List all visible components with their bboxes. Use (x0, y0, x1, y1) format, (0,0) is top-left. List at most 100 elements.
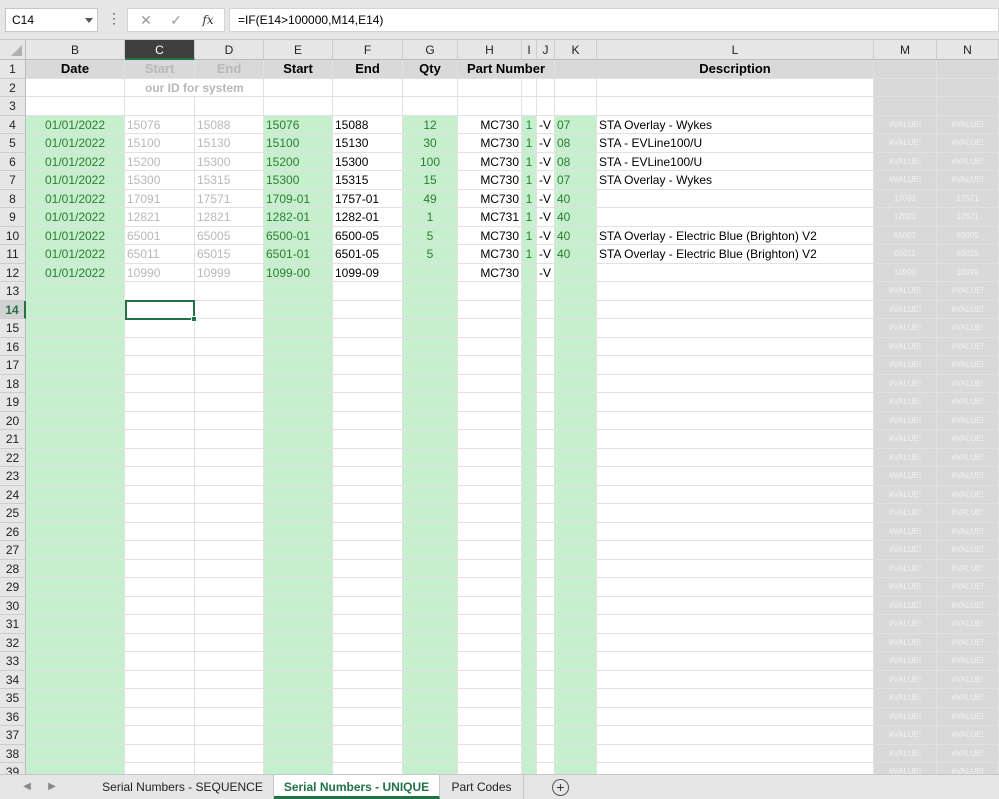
cell-f5[interactable]: 15130 (333, 134, 403, 153)
cell-d19[interactable] (195, 393, 264, 412)
cell-m6[interactable]: #VALUE! (874, 152, 937, 171)
cell-d5[interactable]: 15130 (195, 134, 264, 153)
cell-f16[interactable] (333, 337, 403, 356)
cell-l39[interactable] (597, 763, 874, 774)
cell-j27[interactable] (537, 541, 555, 560)
cell-g35[interactable] (403, 689, 458, 708)
sheet-tab-2[interactable]: Serial Numbers - UNIQUE (274, 775, 440, 799)
cell-f23[interactable] (333, 467, 403, 486)
column-header-g[interactable]: G (403, 40, 458, 60)
cell-g38[interactable] (403, 744, 458, 763)
cell-d28[interactable] (195, 559, 264, 578)
cell-i14[interactable] (522, 300, 537, 319)
cell-n23[interactable]: #VALUE! (937, 467, 999, 486)
cell-m39[interactable]: #VALUE! (874, 763, 937, 774)
cell-d15[interactable] (195, 319, 264, 338)
cell-b32[interactable] (26, 633, 125, 652)
cell-e19[interactable] (264, 393, 333, 412)
cell-i38[interactable] (522, 744, 537, 763)
cell-j23[interactable] (537, 467, 555, 486)
cell-b36[interactable] (26, 707, 125, 726)
cell-n25[interactable]: #VALUE! (937, 504, 999, 523)
cell-j3[interactable] (537, 97, 555, 116)
cell-l23[interactable] (597, 467, 874, 486)
cell-k10[interactable]: 40 (555, 226, 597, 245)
cell-e12[interactable]: 1099-00 (264, 263, 333, 282)
cell-i36[interactable] (522, 707, 537, 726)
cell-b20[interactable] (26, 411, 125, 430)
cell-m8[interactable]: 17091 (874, 189, 937, 208)
cell-j35[interactable] (537, 689, 555, 708)
cell-c38[interactable] (125, 744, 195, 763)
cell-f32[interactable] (333, 633, 403, 652)
cell-e21[interactable] (264, 430, 333, 449)
row-header-22[interactable]: 22 (0, 448, 26, 467)
cell-k32[interactable] (555, 633, 597, 652)
cell-h38[interactable] (458, 744, 522, 763)
cell-e14[interactable] (264, 300, 333, 319)
cell-c30[interactable] (125, 596, 195, 615)
cell-d34[interactable] (195, 670, 264, 689)
cell-f19[interactable] (333, 393, 403, 412)
cell-f28[interactable] (333, 559, 403, 578)
cell-n39[interactable]: #VALUE! (937, 763, 999, 774)
cell-e15[interactable] (264, 319, 333, 338)
cell-c39[interactable] (125, 763, 195, 774)
cell-b30[interactable] (26, 596, 125, 615)
cell-c16[interactable] (125, 337, 195, 356)
cell-e32[interactable] (264, 633, 333, 652)
scroll-left-icon[interactable]: ◀ (20, 779, 34, 795)
cell-m38[interactable]: #VALUE! (874, 744, 937, 763)
cell-l35[interactable] (597, 689, 874, 708)
cell-e26[interactable] (264, 522, 333, 541)
cell-n33[interactable]: #VALUE! (937, 652, 999, 671)
cell-b39[interactable] (26, 763, 125, 774)
row-header-37[interactable]: 37 (0, 726, 26, 745)
cell-f21[interactable] (333, 430, 403, 449)
cell-c28[interactable] (125, 559, 195, 578)
row-header-27[interactable]: 27 (0, 541, 26, 560)
cell-l12[interactable] (597, 263, 874, 282)
cell-j7[interactable]: -V (537, 171, 555, 190)
cell-c18[interactable] (125, 374, 195, 393)
cell-j16[interactable] (537, 337, 555, 356)
cell-h9[interactable]: MC731 (458, 208, 522, 227)
cell-i24[interactable] (522, 485, 537, 504)
cell-h21[interactable] (458, 430, 522, 449)
cell-k36[interactable] (555, 707, 597, 726)
cell-i20[interactable] (522, 411, 537, 430)
cell-l34[interactable] (597, 670, 874, 689)
cell-n24[interactable]: #VALUE! (937, 485, 999, 504)
cell-d38[interactable] (195, 744, 264, 763)
name-box[interactable]: C14 (5, 8, 98, 32)
cell-f4[interactable]: 15088 (333, 115, 403, 134)
cell-e31[interactable] (264, 615, 333, 634)
cell-j39[interactable] (537, 763, 555, 774)
cell-g29[interactable] (403, 578, 458, 597)
row-header-21[interactable]: 21 (0, 430, 26, 449)
cell-h23[interactable] (458, 467, 522, 486)
cell-d14[interactable] (195, 300, 264, 319)
cell-n30[interactable]: #VALUE! (937, 596, 999, 615)
cell-c7[interactable]: 15300 (125, 171, 195, 190)
cell-d10[interactable]: 65005 (195, 226, 264, 245)
cell-m37[interactable]: #VALUE! (874, 726, 937, 745)
cell-j11[interactable]: -V (537, 245, 555, 264)
cell-h25[interactable] (458, 504, 522, 523)
cell-f3[interactable] (333, 97, 403, 116)
cell-m30[interactable]: #VALUE! (874, 596, 937, 615)
cell-c3[interactable] (125, 97, 195, 116)
cell-f30[interactable] (333, 596, 403, 615)
cell-l20[interactable] (597, 411, 874, 430)
cell-k38[interactable] (555, 744, 597, 763)
cell-f9[interactable]: 1282-01 (333, 208, 403, 227)
cell-h31[interactable] (458, 615, 522, 634)
cell-i23[interactable] (522, 467, 537, 486)
cell-c33[interactable] (125, 652, 195, 671)
cell-k14[interactable] (555, 300, 597, 319)
cell-m14[interactable]: #VALUE! (874, 300, 937, 319)
column-header-k[interactable]: K (555, 40, 597, 60)
row-header-15[interactable]: 15 (0, 319, 26, 338)
cell-m19[interactable]: #VALUE! (874, 393, 937, 412)
cell-l18[interactable] (597, 374, 874, 393)
